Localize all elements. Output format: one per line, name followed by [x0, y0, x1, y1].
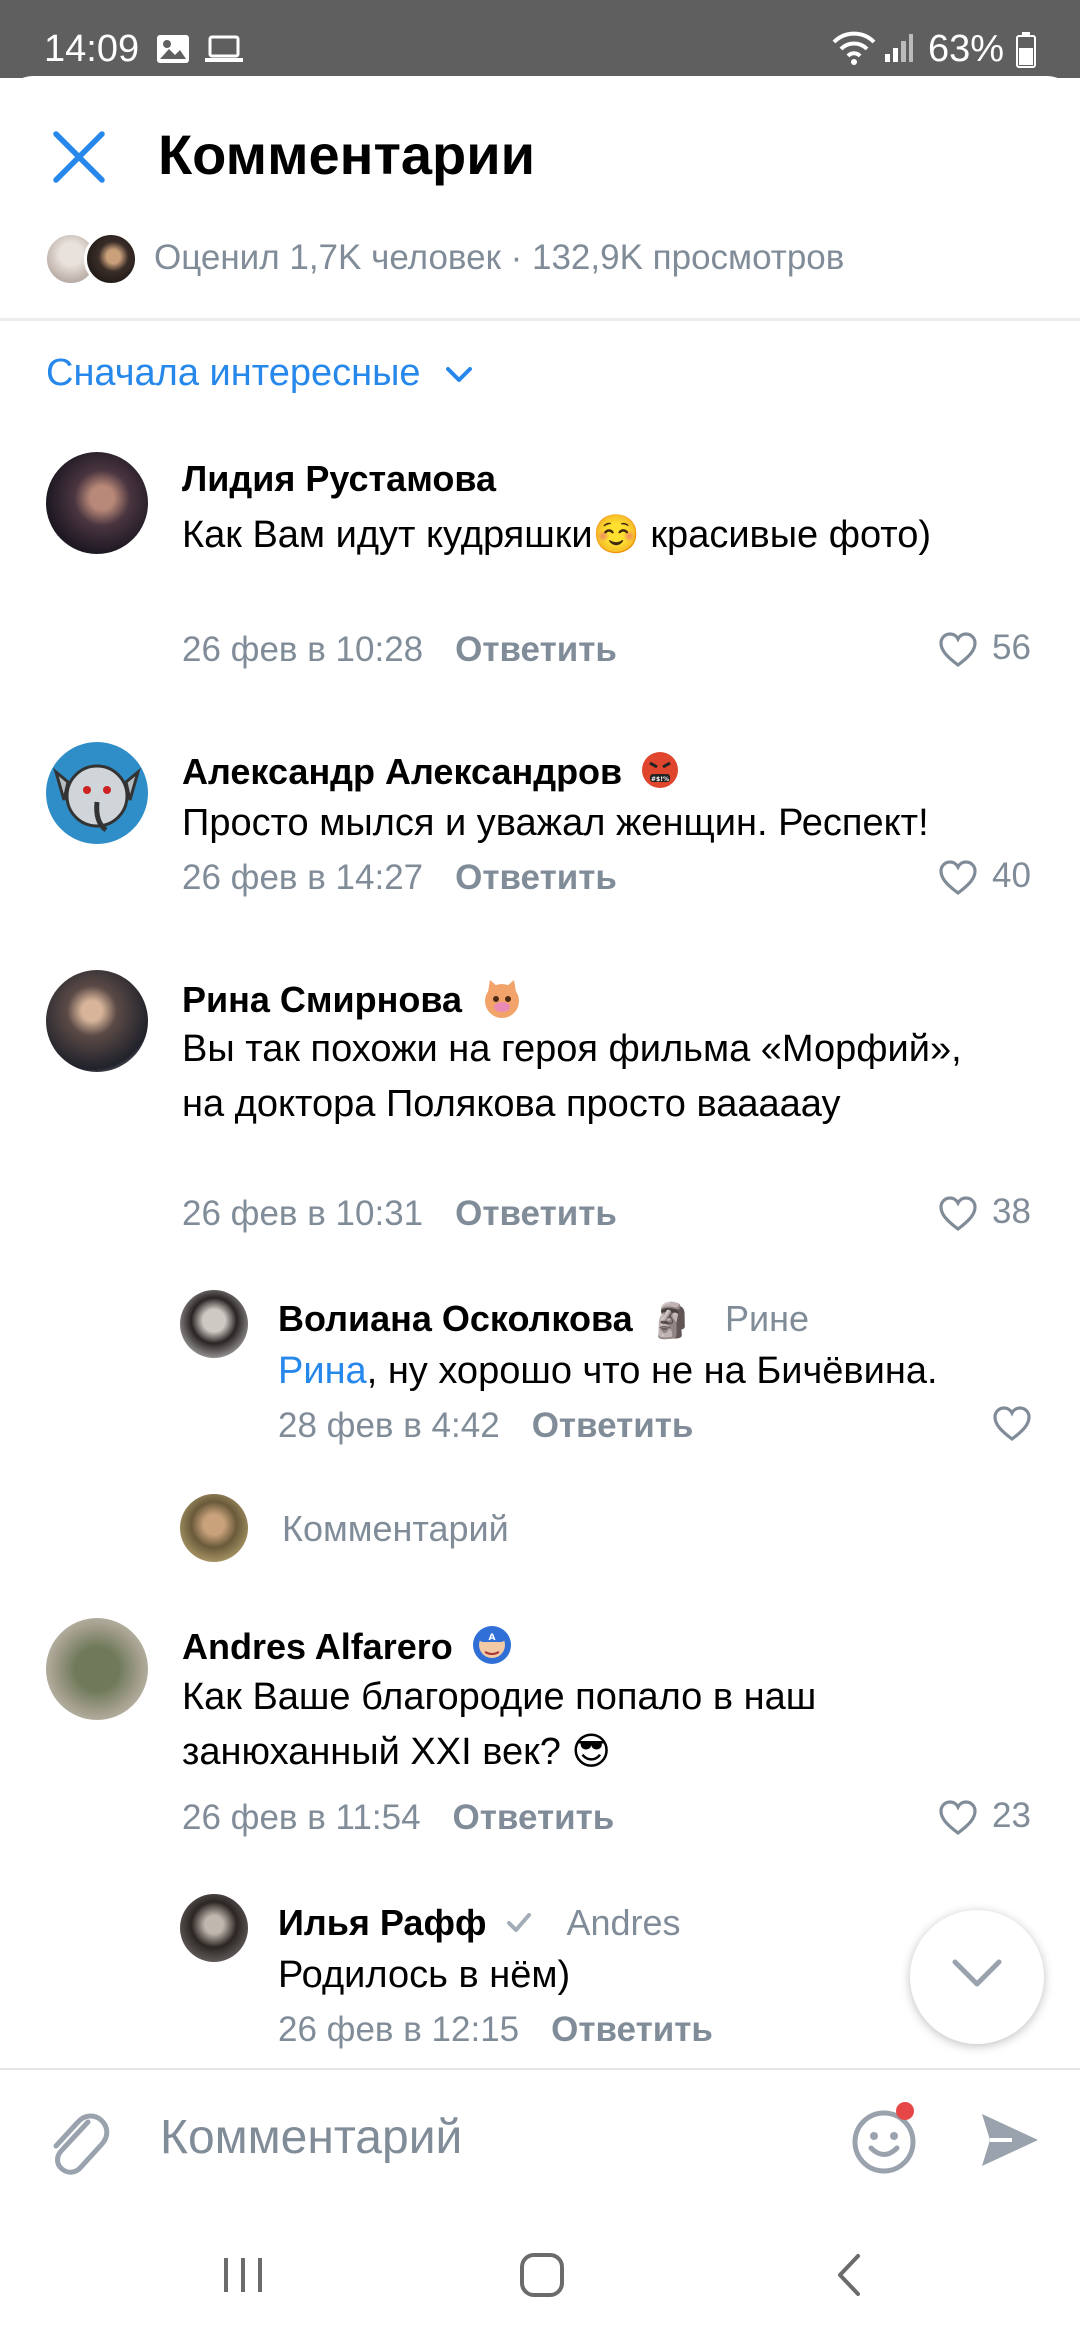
avatar[interactable] [46, 970, 148, 1072]
attach-button[interactable] [46, 2104, 110, 2183]
avatar[interactable] [46, 1618, 148, 1720]
comment-author-row: Andres Alfarero A [182, 1624, 513, 1675]
svg-text:#$!%: #$!% [651, 776, 669, 783]
wifi-icon [830, 30, 878, 71]
gallery-icon [156, 34, 190, 69]
reply-button[interactable]: Ответить [455, 1194, 617, 1233]
reply-button[interactable]: Ответить [551, 2010, 713, 2049]
header-divider [0, 318, 1080, 321]
comment-author-row: Волиана Осколкова 🗿 Рине [278, 1298, 809, 1341]
laptop-icon [204, 34, 244, 69]
close-button[interactable] [48, 126, 110, 188]
captain-america-icon: A [471, 1624, 513, 1675]
heart-icon [939, 1196, 977, 1231]
home-icon[interactable] [516, 2250, 568, 2305]
comment-author[interactable]: Рина Смирнова [182, 979, 462, 1020]
battery-icon [1016, 32, 1036, 73]
comment-time: 26 фев в 12:15 [278, 2010, 520, 2049]
avatar [84, 232, 138, 286]
verified-checkmark-icon [504, 1904, 534, 1946]
comment-author[interactable]: Лидия Рустамова [182, 458, 496, 500]
chevron-down-icon [952, 1959, 1002, 1987]
avatar[interactable] [46, 452, 148, 554]
comment-author[interactable]: Andres Alfarero [182, 1626, 453, 1667]
comment-text-body: , ну хорошо что не на Бичёвина. [366, 1350, 938, 1392]
status-time: 14:09 [44, 28, 140, 70]
comment-text: Родилось в нём) [278, 1954, 571, 1996]
page-title: Комментарии [158, 123, 536, 186]
like-count: 40 [992, 856, 1031, 895]
heart-icon [939, 860, 977, 895]
like-button[interactable]: 56 [938, 628, 1031, 668]
mention-link[interactable]: Рина [278, 1350, 367, 1392]
like-count: 23 [992, 1796, 1031, 1835]
chevron-down-icon [446, 366, 473, 382]
like-button[interactable]: 40 [938, 856, 1031, 896]
likers-avatars[interactable] [44, 232, 140, 286]
comment-input[interactable]: Комментарий [160, 2110, 462, 2165]
scroll-down-button[interactable] [910, 1910, 1044, 2044]
comment-author[interactable]: Илья Рафф [278, 1902, 486, 1943]
comment-author-row: Илья Рафф Andres [278, 1902, 681, 1946]
comment-author[interactable]: Александр Александров [182, 751, 622, 792]
elephant-avatar-image [53, 764, 141, 833]
like-count: 56 [992, 628, 1031, 667]
reply-button[interactable]: Ответить [455, 858, 617, 897]
like-button[interactable]: 23 [938, 1796, 1031, 1836]
comment-time: 28 фев в 4:42 [278, 1406, 500, 1445]
comment-time: 26 фев в 14:27 [182, 858, 424, 897]
comment-author[interactable]: Волиана Осколкова [278, 1298, 633, 1339]
sort-label: Сначала интересные [46, 352, 421, 394]
heart-icon [939, 1800, 977, 1835]
close-icon [53, 131, 105, 183]
reply-button[interactable]: Ответить [453, 1798, 615, 1837]
like-count: 38 [992, 1192, 1031, 1231]
notification-dot [896, 2102, 914, 2120]
heart-icon [939, 632, 977, 667]
reply-to-label[interactable]: Рине [725, 1298, 809, 1339]
like-button[interactable] [992, 1402, 1046, 1442]
heart-icon [993, 1406, 1031, 1441]
comment-text: Как Вам идут кудряшки☺️ красивые фото) [182, 514, 932, 556]
back-icon[interactable] [826, 2250, 872, 2305]
reply-button[interactable]: Ответить [455, 630, 617, 669]
paperclip-icon [53, 2113, 110, 2175]
comment-text: Как Ваше благородие попало в наш занюхан… [182, 1676, 817, 1773]
post-stats: Оценил 1,7K человек · 132,9K просмотров [154, 238, 845, 277]
avatar[interactable] [180, 1290, 248, 1358]
angry-face-icon: #$!% [640, 750, 680, 799]
avatar[interactable] [46, 742, 148, 844]
comment-time: 26 фев в 11:54 [182, 1798, 421, 1837]
recent-apps-icon[interactable] [218, 2250, 268, 2305]
comment-text: Вы так похожи на героя фильма «Морфий», … [182, 1028, 962, 1125]
comment-time: 26 фев в 10:31 [182, 1194, 424, 1233]
reply-to-label[interactable]: Andres [566, 1902, 680, 1943]
comment-text: Просто мылся и уважал женщин. Респект! [182, 802, 929, 844]
comment-text: Рина, ну хорошо что не на Бичёвина. [278, 1344, 1058, 1399]
status-bar: 14:09 63% [0, 0, 1080, 78]
svg-text:A: A [488, 1633, 495, 1643]
sort-dropdown[interactable]: Сначала интересные [46, 352, 473, 395]
send-button[interactable] [978, 2108, 1042, 2177]
battery-level: 63% [927, 28, 1004, 70]
like-button[interactable]: 38 [938, 1192, 1031, 1232]
thread-comment-input[interactable]: Комментарий [282, 1508, 509, 1550]
reply-button[interactable]: Ответить [532, 1406, 694, 1445]
avatar[interactable] [180, 1894, 248, 1962]
send-icon [982, 2114, 1038, 2166]
signal-icon [884, 32, 914, 69]
moai-emoji: 🗿 [650, 1302, 693, 1341]
comment-time: 26 фев в 10:28 [182, 630, 424, 669]
comment-author-row: Александр Александров #$!% [182, 750, 680, 799]
current-user-avatar [180, 1494, 248, 1562]
